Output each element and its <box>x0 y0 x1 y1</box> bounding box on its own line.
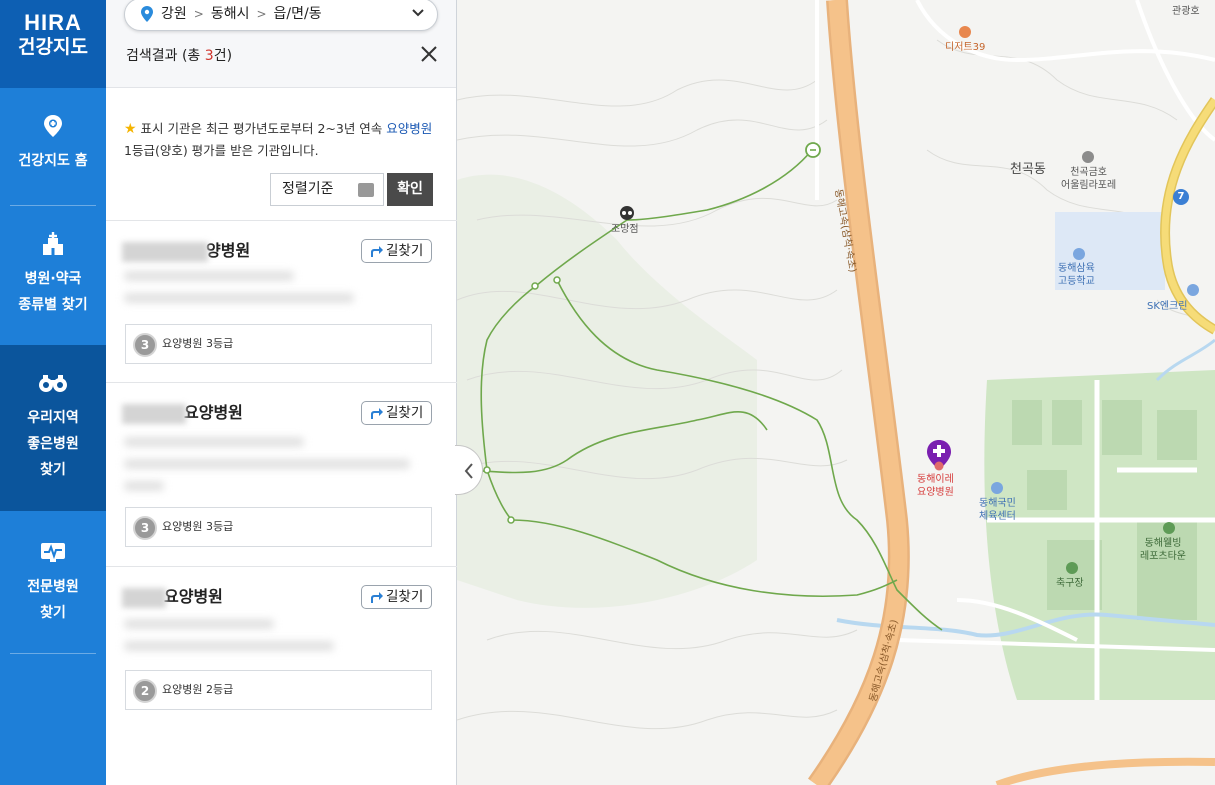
hospital-building-icon <box>43 232 63 255</box>
hospital-card[interactable]: 요양병원 길찾기 2 요양병원 2등급 <box>106 566 457 731</box>
hospital-marker-icon[interactable] <box>927 440 951 471</box>
grade-badge-box: 3 요양병원 3등급 <box>125 507 432 547</box>
nav-item-good-hospital[interactable]: 우리지역 좋은병원 찾기 <box>0 345 106 511</box>
close-icon[interactable] <box>419 44 439 64</box>
turn-arrow-icon <box>371 408 383 419</box>
logo-text-map: 건강지도 <box>18 36 88 58</box>
binoculars-icon <box>39 375 67 392</box>
search-header: 강원 > 동해시 > 읍/면/동 검색결과 (총 3건) <box>106 0 456 88</box>
hospital-name[interactable]: 양병원 <box>122 237 250 262</box>
turn-arrow-icon <box>371 592 383 603</box>
nav-item-special-label: 전문병원 찾기 <box>27 579 79 621</box>
region-selector[interactable]: 강원 > 동해시 > 읍/면/동 <box>124 0 438 31</box>
map-label: 관광호 <box>1172 6 1200 17</box>
panel-collapse-button[interactable] <box>455 445 483 495</box>
map-label: 축구장 <box>1056 578 1084 589</box>
map-label: 조망점 <box>611 224 639 235</box>
map-canvas[interactable] <box>457 0 1215 785</box>
map-label: 동해삼육 고등학교 <box>1058 263 1095 287</box>
chevron-down-icon <box>412 9 424 17</box>
result-count: 검색결과 (총 3건) <box>126 48 233 64</box>
monitor-heart-icon <box>41 543 65 562</box>
map-label: 천곡금호 어울림라포레 <box>1061 167 1117 191</box>
star-icon: ★ <box>124 121 137 137</box>
nav-item-home[interactable]: 건강지도 홈 <box>0 112 106 174</box>
map-label: 동해웰빙 레포츠타운 <box>1140 538 1186 562</box>
map-label: 천곡동 <box>1010 162 1046 177</box>
map-view[interactable]: 관광호 디저트39 천곡동 천곡금호 어울림라포레 동해삼육 고등학교 SK엔크린 … <box>457 0 1215 785</box>
location-pin-icon <box>44 115 62 137</box>
grade-notice: ★ 표시 기관은 최근 평가년도로부터 2~3년 연속 요양병원 1등급(양호)… <box>124 121 433 158</box>
grade-badge-box: 3 요양병원 3등급 <box>125 324 432 364</box>
result-count-number: 3 <box>204 48 214 64</box>
map-label: 디저트39 <box>945 42 986 53</box>
sort-select[interactable]: 정렬기준 <box>270 173 384 206</box>
region-district: 읍/면/동 <box>273 6 322 22</box>
nav-item-good-label: 우리지역 좋은병원 찾기 <box>27 410 79 478</box>
hira-logo[interactable]: HIRA 건강지도 <box>0 0 106 88</box>
directions-button[interactable]: 길찾기 <box>361 585 432 609</box>
region-province: 강원 <box>161 6 187 22</box>
turn-arrow-icon <box>371 246 383 257</box>
directions-button[interactable]: 길찾기 <box>361 239 432 263</box>
search-panel: 강원 > 동해시 > 읍/면/동 검색결과 (총 3건) ★ 표시 기관은 최근 평가년… <box>106 0 457 785</box>
main-nav: HIRA 건강지도 건강지도 홈 병원·약국 종류별 찾기 우리지역 좋은병원 … <box>0 0 106 785</box>
confirm-button[interactable]: 확인 <box>387 173 433 206</box>
nav-item-home-label: 건강지도 홈 <box>18 153 88 169</box>
grade-badge: 3 <box>133 333 157 357</box>
grade-badge-box: 2 요양병원 2등급 <box>125 670 432 710</box>
nav-item-type-search[interactable]: 병원·약국 종류별 찾기 <box>0 230 106 318</box>
grade-badge: 2 <box>133 679 157 703</box>
chevron-left-icon <box>464 463 473 479</box>
map-label: 동해국민 체육센터 <box>979 498 1016 522</box>
hospital-marker-label[interactable]: 동해이레 요양병원 <box>917 473 954 499</box>
hospital-name[interactable]: 요양병원 <box>122 399 243 424</box>
directions-button[interactable]: 길찾기 <box>361 401 432 425</box>
list-icon <box>358 183 374 197</box>
map-label: SK엔크린 <box>1147 301 1188 312</box>
grade-badge: 3 <box>133 516 157 540</box>
route-number: 7 <box>1177 191 1185 202</box>
hospital-name[interactable]: 요양병원 <box>122 583 223 608</box>
hospital-card[interactable]: 양병원 길찾기 3 요양병원 3등급 <box>106 220 457 382</box>
location-pin-icon <box>141 6 153 22</box>
nav-item-type-label: 병원·약국 종류별 찾기 <box>18 271 88 313</box>
hospital-card[interactable]: 요양병원 길찾기 3 요양병원 3등급 <box>106 382 457 566</box>
region-city: 동해시 <box>210 6 250 22</box>
logo-text-hira: HIRA <box>24 10 82 35</box>
nav-item-special-hospital[interactable]: 전문병원 찾기 <box>0 538 106 626</box>
notice-highlight: 요양병원 <box>386 121 433 136</box>
